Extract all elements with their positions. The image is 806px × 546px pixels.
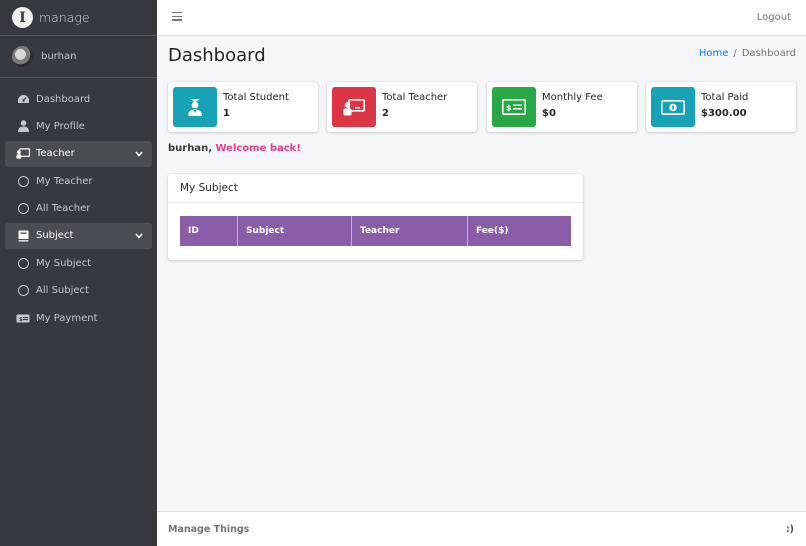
info-box-label: Total Paid [701, 92, 749, 103]
info-box-value: 1 [223, 108, 230, 119]
info-box-value: $300.00 [701, 108, 747, 119]
sidebar-item-my-subject[interactable]: My Subject [5, 250, 152, 276]
welcome-message: burhan, Welcome back! [168, 143, 301, 154]
info-box-value: $0 [542, 108, 556, 119]
info-box-label: Monthly Fee [542, 92, 603, 103]
subjects-table-header: ID Subject Teacher Fee($) [180, 216, 571, 246]
brand-link[interactable]: I manage [0, 0, 157, 36]
breadcrumb-current: Dashboard [741, 48, 796, 59]
user-panel[interactable]: burhan [0, 36, 157, 78]
sidebar-item-label: My Subject [36, 257, 92, 269]
sidebar-item-my-teacher[interactable]: My Teacher [5, 168, 152, 194]
brand-name: manage [39, 10, 90, 25]
column-header-subject[interactable]: Subject [238, 216, 352, 246]
sidebar-item-label: Teacher [36, 148, 75, 160]
sidebar-item-subject[interactable]: Subject [5, 222, 152, 249]
sidebar-item-label: Subject [36, 230, 74, 242]
welcome-text: Welcome back! [215, 143, 301, 154]
footer: Manage Things :) [157, 511, 806, 546]
money-check-icon: $ [492, 87, 536, 127]
sidebar-item-label: My Teacher [36, 175, 93, 187]
page-title: Dashboard [168, 45, 266, 66]
breadcrumb-separator: / [733, 48, 737, 59]
info-box-label: Total Student [223, 92, 289, 103]
info-box-value: 2 [382, 108, 389, 119]
book-icon [16, 229, 30, 243]
sidebar-item-label: Dashboard [36, 93, 91, 105]
column-header-teacher[interactable]: Teacher [352, 216, 468, 246]
sidebar-item-label: All Teacher [36, 203, 91, 215]
money-bill-icon [651, 87, 695, 127]
footer-smiley: :) [785, 524, 794, 535]
sidebar-item-label: All Subject [36, 285, 89, 297]
sidebar-item-dashboard[interactable]: Dashboard [5, 86, 152, 112]
info-box-total-paid: Total Paid $300.00 [646, 82, 796, 132]
user-icon [16, 119, 30, 133]
circle-icon [16, 256, 30, 270]
chalkboard-teacher-icon [332, 87, 376, 127]
info-box-label: Total Teacher [382, 92, 448, 103]
sidebar: I manage burhan Dashboard My Profile Tea… [0, 0, 157, 546]
sidebar-item-my-payment[interactable]: $ My Payment [5, 305, 152, 331]
brand-logo-icon: I [12, 7, 33, 28]
info-box-total-teacher: Total Teacher 2 [327, 82, 477, 132]
chalkboard-teacher-icon [16, 147, 30, 161]
sidebar-nav: Dashboard My Profile Teacher My Teacher … [0, 78, 157, 331]
sidebar-item-all-subject[interactable]: All Subject [5, 278, 152, 304]
user-name: burhan [41, 51, 77, 62]
info-box-monthly-fee: $ Monthly Fee $0 [487, 82, 637, 132]
hamburger-menu-icon[interactable] [172, 12, 182, 22]
sidebar-item-my-profile[interactable]: My Profile [5, 113, 152, 139]
main-content: Dashboard Home / Dashboard Total Student 1… [157, 36, 806, 511]
chevron-down-icon[interactable] [135, 231, 143, 242]
svg-text:$: $ [19, 316, 23, 322]
avatar [12, 46, 33, 67]
circle-icon [16, 174, 30, 188]
sidebar-item-teacher[interactable]: Teacher [5, 140, 152, 167]
circle-icon [16, 202, 30, 216]
chevron-down-icon[interactable] [135, 149, 143, 160]
my-subject-card: My Subject ID Subject Teacher Fee($) [168, 174, 583, 260]
info-box-total-student: Total Student 1 [168, 82, 318, 132]
breadcrumb: Home / Dashboard [699, 48, 796, 59]
welcome-user-name: burhan, [168, 143, 212, 154]
top-navbar: Logout [157, 0, 806, 36]
column-header-fee[interactable]: Fee($) [468, 216, 571, 246]
column-header-id[interactable]: ID [180, 216, 238, 246]
logout-link[interactable]: Logout [757, 12, 791, 23]
circle-icon [16, 284, 30, 298]
tachometer-icon [16, 92, 30, 106]
sidebar-item-label: My Payment [36, 312, 98, 324]
breadcrumb-home-link[interactable]: Home [699, 48, 729, 59]
sidebar-item-all-teacher[interactable]: All Teacher [5, 196, 152, 222]
sidebar-item-label: My Profile [36, 120, 85, 132]
money-bill-icon: $ [16, 311, 30, 325]
card-title: My Subject [168, 174, 583, 203]
svg-text:$: $ [506, 104, 512, 113]
footer-text: Manage Things [168, 524, 250, 535]
user-graduate-icon [173, 87, 217, 127]
